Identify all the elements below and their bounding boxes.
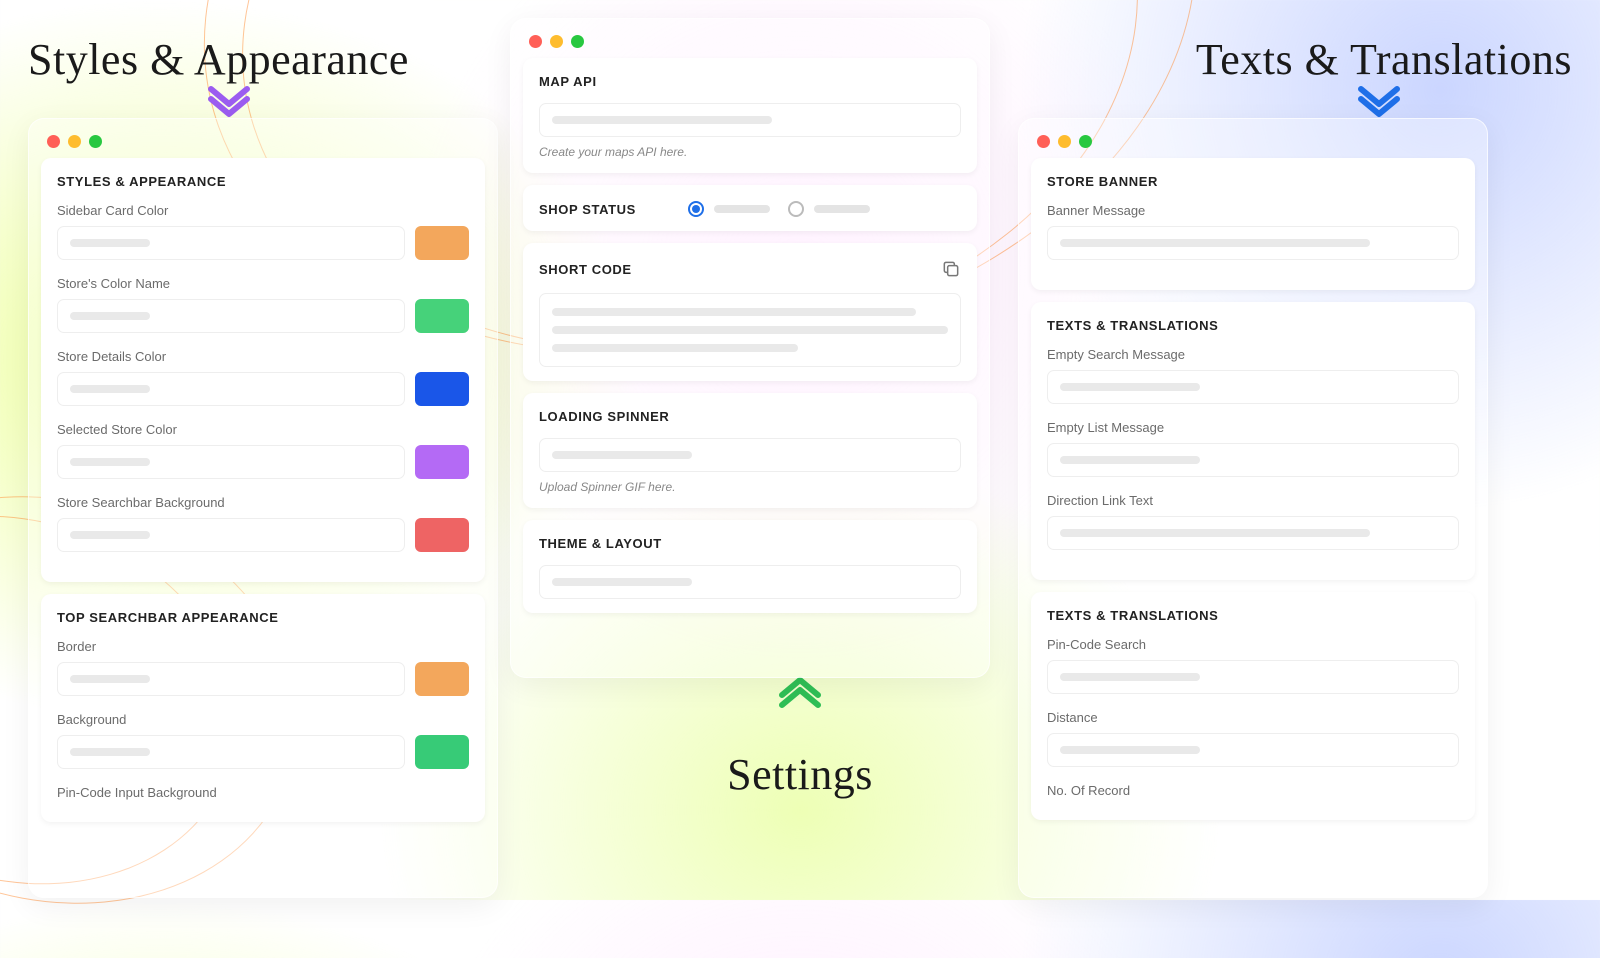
close-icon[interactable] <box>47 135 60 148</box>
color-swatch[interactable] <box>415 518 469 552</box>
color-swatch[interactable] <box>415 445 469 479</box>
field-label: Distance <box>1047 710 1459 725</box>
text-input[interactable] <box>1047 370 1459 404</box>
field-label: Store Details Color <box>57 349 469 364</box>
color-input[interactable] <box>57 226 405 260</box>
map-api-input[interactable] <box>539 103 961 137</box>
section-title: Styles & Appearance <box>57 174 469 189</box>
text-input[interactable] <box>1047 733 1459 767</box>
field-label: Store's Color Name <box>57 276 469 291</box>
card-top-searchbar: Top Searchbar Appearance Border Backgroun… <box>41 594 485 822</box>
card-loading-spinner: Loading Spinner Upload Spinner GIF here. <box>523 393 977 508</box>
color-input[interactable] <box>57 299 405 333</box>
field-label: Pin-Code Search <box>1047 637 1459 652</box>
color-swatch[interactable] <box>415 735 469 769</box>
card-texts-1: Texts & Translations Empty Search Messag… <box>1031 302 1475 580</box>
section-title: Theme & Layout <box>539 536 961 551</box>
field-label: No. Of Record <box>1047 783 1459 798</box>
field-label: Pin-Code Input Background <box>57 785 469 800</box>
color-input[interactable] <box>57 662 405 696</box>
maximize-icon[interactable] <box>1079 135 1092 148</box>
color-swatch[interactable] <box>415 299 469 333</box>
card-theme-layout: Theme & Layout <box>523 520 977 613</box>
text-input[interactable] <box>1047 516 1459 550</box>
card-store-banner: Store Banner Banner Message <box>1031 158 1475 290</box>
maximize-icon[interactable] <box>571 35 584 48</box>
section-title: Texts & Translations <box>1047 318 1459 333</box>
field-label: Direction Link Text <box>1047 493 1459 508</box>
card-styles-appearance: Styles & Appearance Sidebar Card Color St… <box>41 158 485 582</box>
shop-status-option-1[interactable] <box>688 201 770 217</box>
section-title: Texts & Translations <box>1047 608 1459 623</box>
section-title: Short Code <box>539 262 632 277</box>
window-controls <box>1031 131 1475 158</box>
close-icon[interactable] <box>1037 135 1050 148</box>
shop-status-option-2[interactable] <box>788 201 870 217</box>
styles-window: Styles & Appearance Sidebar Card Color St… <box>28 118 498 898</box>
card-short-code: Short Code <box>523 243 977 381</box>
heading-styles: Styles & Appearance <box>28 34 409 85</box>
color-input[interactable] <box>57 735 405 769</box>
text-input[interactable] <box>1047 660 1459 694</box>
field-label: Background <box>57 712 469 727</box>
field-label: Selected Store Color <box>57 422 469 437</box>
field-label: Empty List Message <box>1047 420 1459 435</box>
short-code-box[interactable] <box>539 293 961 367</box>
minimize-icon[interactable] <box>550 35 563 48</box>
chevron-down-icon <box>1358 86 1400 120</box>
chevron-down-icon <box>208 86 250 120</box>
section-title: Loading Spinner <box>539 409 961 424</box>
text-input[interactable] <box>1047 226 1459 260</box>
card-map-api: Map API Create your maps API here. <box>523 58 977 173</box>
field-label: Sidebar Card Color <box>57 203 469 218</box>
chevron-up-icon <box>779 674 821 708</box>
card-texts-2: Texts & Translations Pin-Code Search Dist… <box>1031 592 1475 820</box>
field-label: Border <box>57 639 469 654</box>
maximize-icon[interactable] <box>89 135 102 148</box>
color-input[interactable] <box>57 445 405 479</box>
close-icon[interactable] <box>529 35 542 48</box>
helper-text: Create your maps API here. <box>539 145 961 159</box>
settings-window: Map API Create your maps API here. Shop … <box>510 18 990 678</box>
window-controls <box>523 31 977 58</box>
color-swatch[interactable] <box>415 372 469 406</box>
section-title: Store Banner <box>1047 174 1459 189</box>
heading-settings: Settings <box>727 749 873 800</box>
helper-text: Upload Spinner GIF here. <box>539 480 961 494</box>
field-label: Banner Message <box>1047 203 1459 218</box>
field-label: Store Searchbar Background <box>57 495 469 510</box>
texts-window: Store Banner Banner Message Texts & Tran… <box>1018 118 1488 898</box>
minimize-icon[interactable] <box>68 135 81 148</box>
section-title: Top Searchbar Appearance <box>57 610 469 625</box>
card-shop-status: Shop Status <box>523 185 977 231</box>
color-swatch[interactable] <box>415 662 469 696</box>
theme-input[interactable] <box>539 565 961 599</box>
field-label: Empty Search Message <box>1047 347 1459 362</box>
minimize-icon[interactable] <box>1058 135 1071 148</box>
color-input[interactable] <box>57 518 405 552</box>
copy-icon[interactable] <box>941 259 961 279</box>
section-title: Shop Status <box>539 202 636 217</box>
color-input[interactable] <box>57 372 405 406</box>
heading-texts: Texts & Translations <box>1196 34 1572 85</box>
window-controls <box>41 131 485 158</box>
color-swatch[interactable] <box>415 226 469 260</box>
text-input[interactable] <box>1047 443 1459 477</box>
section-title: Map API <box>539 74 961 89</box>
spinner-input[interactable] <box>539 438 961 472</box>
